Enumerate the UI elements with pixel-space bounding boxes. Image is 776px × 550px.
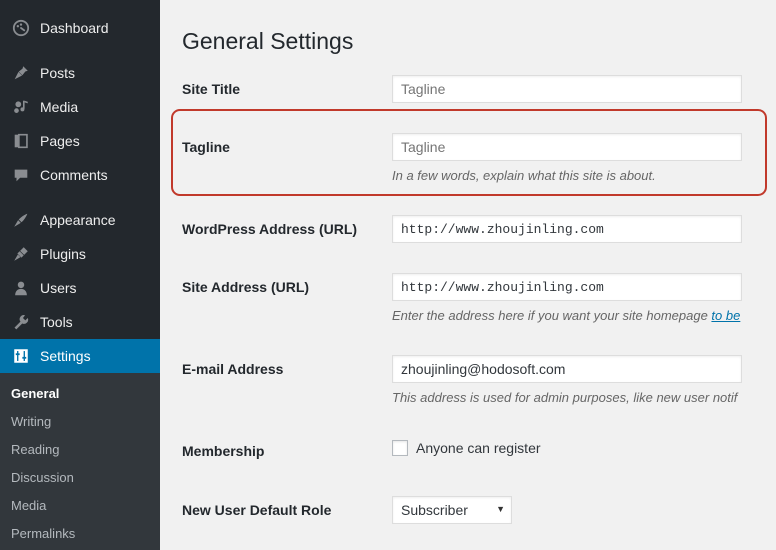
chevron-down-icon: ▼ [496, 504, 505, 515]
sidebar-item-label: Posts [40, 64, 76, 81]
sidebar-item-media[interactable]: Media [0, 90, 160, 124]
tagline-description: In a few words, explain what this site i… [392, 168, 656, 184]
email-address-description: This address is used for admin purposes,… [392, 390, 738, 406]
email-address-input[interactable] [392, 355, 742, 384]
wordpress-address-cell [392, 200, 776, 258]
submenu-item-media[interactable]: Media [0, 492, 160, 520]
settings-icon [11, 346, 31, 366]
sidebar-item-label: Users [40, 279, 77, 296]
sidebar-item-label: Plugins [40, 245, 86, 262]
form-row-membership: Membership Anyone can register [182, 422, 776, 480]
site-address-description-text: Enter the address here if you want your … [392, 308, 712, 324]
sidebar-top-spacer [0, 0, 160, 11]
anyone-can-register-label: Anyone can register [416, 440, 541, 457]
plug-icon [11, 244, 31, 264]
form-row-site-address: Site Address (URL) Enter the address her… [182, 258, 776, 340]
pin-icon [11, 63, 31, 83]
membership-checkbox-row[interactable]: Anyone can register [392, 437, 766, 457]
submenu-item-writing[interactable]: Writing [0, 408, 160, 436]
sidebar-item-appearance[interactable]: Appearance [0, 203, 160, 237]
sidebar-item-posts[interactable]: Posts [0, 56, 160, 90]
submenu-item-reading[interactable]: Reading [0, 436, 160, 464]
sidebar-item-label: Comments [40, 166, 108, 183]
sidebar-divider-2 [0, 192, 160, 203]
sidebar-item-dashboard[interactable]: Dashboard [0, 11, 160, 45]
tagline-input[interactable] [392, 133, 742, 162]
site-address-description: Enter the address here if you want your … [392, 307, 766, 325]
wordpress-address-label: WordPress Address (URL) [182, 221, 358, 238]
tagline-label: Tagline [182, 139, 230, 156]
form-row-site-title: Site Title [182, 60, 776, 118]
sidebar-item-label: Tools [40, 313, 73, 330]
site-address-label: Site Address (URL) [182, 279, 310, 296]
membership-cell: Anyone can register [392, 422, 776, 480]
form-row-email-address: E-mail Address This address is used for … [182, 340, 776, 422]
site-title-label: Site Title [182, 81, 241, 97]
sidebar-item-users[interactable]: Users [0, 271, 160, 305]
settings-wrap: General Settings Site Title Tagline Tagl… [160, 18, 776, 539]
sidebar-divider-1 [0, 45, 160, 56]
site-title-input[interactable] [392, 75, 742, 103]
form-row-wordpress-address: WordPress Address (URL) [182, 200, 776, 258]
sidebar-item-label: Media [40, 98, 79, 115]
membership-label: Membership [182, 443, 265, 460]
email-address-cell: This address is used for admin purposes,… [392, 340, 776, 422]
current-menu-pointer [160, 348, 168, 364]
site-title-cell [392, 60, 776, 118]
paintbrush-icon [11, 210, 31, 230]
submenu-item-permalinks[interactable]: Permalinks [0, 520, 160, 548]
sidebar-item-label: Appearance [40, 211, 116, 228]
new-user-default-role-label: New User Default Role [182, 501, 332, 518]
new-user-default-role-value: Subscriber [401, 501, 468, 518]
new-user-default-role-cell: Subscriber ▼ [392, 481, 776, 539]
submenu-item-discussion[interactable]: Discussion [0, 464, 160, 492]
site-address-input[interactable] [392, 273, 742, 302]
admin-screen: Dashboard Posts Media Pages Comments App… [0, 0, 776, 550]
settings-submenu: General Writing Reading Discussion Media… [0, 373, 160, 550]
form-row-new-user-default-role: New User Default Role Subscriber ▼ [182, 481, 776, 539]
comment-icon [11, 165, 31, 185]
wordpress-address-input[interactable] [392, 215, 742, 244]
sidebar-item-label: Pages [40, 132, 80, 149]
page-icon [11, 131, 31, 151]
email-address-label: E-mail Address [182, 361, 284, 378]
sidebar-item-label: Settings [40, 347, 91, 364]
sidebar-item-comments[interactable]: Comments [0, 158, 160, 192]
site-address-cell: Enter the address here if you want your … [392, 258, 776, 340]
site-address-description-link[interactable]: to be [711, 308, 740, 323]
wrench-icon [11, 312, 31, 332]
anyone-can-register-checkbox[interactable] [392, 440, 408, 457]
new-user-default-role-select[interactable]: Subscriber ▼ [392, 495, 512, 524]
sidebar-item-label: Dashboard [40, 19, 109, 36]
tagline-cell: In a few words, explain what this site i… [392, 118, 776, 200]
submenu-item-general[interactable]: General [0, 380, 160, 408]
main-content: General Settings Site Title Tagline Tagl… [160, 0, 776, 550]
user-icon [11, 278, 31, 298]
sidebar-item-pages[interactable]: Pages [0, 124, 160, 158]
sidebar-item-tools[interactable]: Tools [0, 305, 160, 339]
admin-sidebar: Dashboard Posts Media Pages Comments App… [0, 0, 168, 550]
general-settings-form: Site Title Tagline In a few words, expla… [182, 60, 776, 539]
sidebar-item-plugins[interactable]: Plugins [0, 237, 160, 271]
media-icon [11, 97, 31, 117]
page-title: General Settings [182, 28, 354, 54]
form-row-tagline: Tagline In a few words, explain what thi… [182, 118, 776, 200]
sidebar-item-settings[interactable]: Settings [0, 339, 168, 373]
dashboard-icon [11, 18, 31, 38]
